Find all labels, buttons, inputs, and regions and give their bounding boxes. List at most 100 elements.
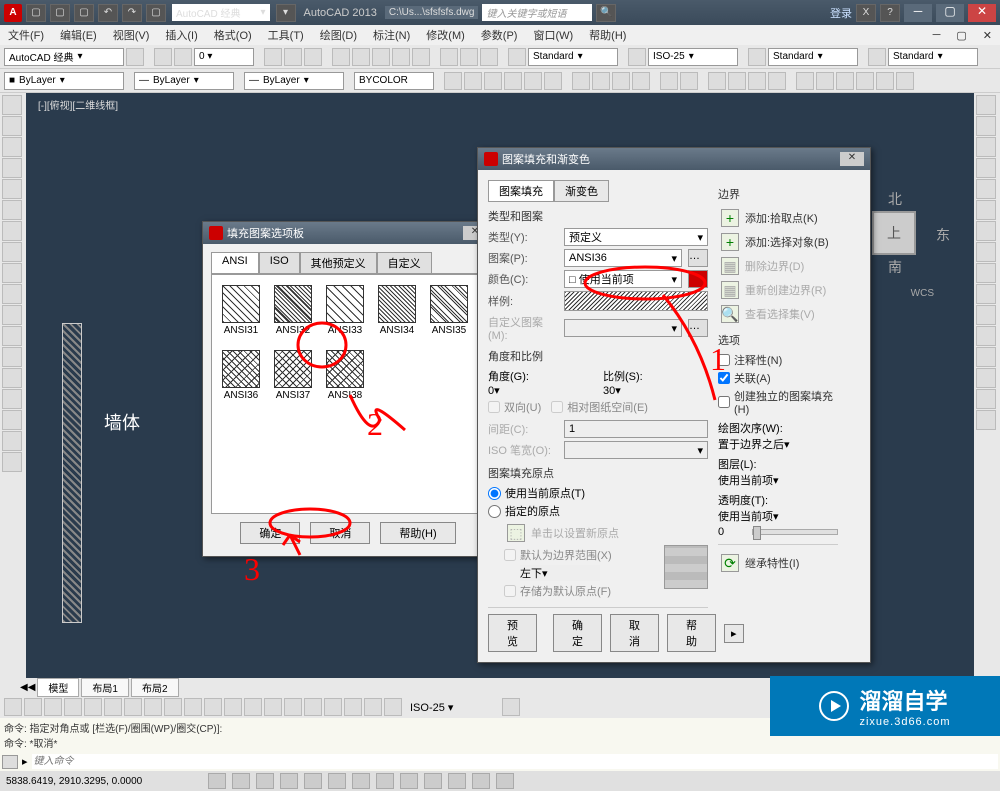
draw-mtext-icon[interactable] — [2, 452, 22, 472]
hatch-help-button[interactable]: 帮助 — [667, 614, 716, 652]
tab-gradient[interactable]: 渐变色 — [554, 180, 609, 202]
slider-transparency[interactable] — [752, 529, 838, 535]
text-style-sel[interactable]: Standard▾ — [528, 48, 618, 66]
sel-type[interactable]: 预定义▾ — [564, 228, 708, 246]
menu-file[interactable]: 文件(F) — [8, 27, 44, 43]
table-style-sel[interactable]: Standard▾ — [768, 48, 858, 66]
swatch-ansi37[interactable] — [274, 350, 312, 388]
draw-revcloud-icon[interactable] — [2, 221, 22, 241]
draw-insert-icon[interactable] — [2, 305, 22, 325]
dim-aligned-icon[interactable] — [24, 698, 42, 716]
hatch-preview-button[interactable]: 预览 — [488, 614, 537, 652]
mod-trim-icon[interactable] — [976, 284, 996, 304]
sel-scale[interactable]: 30▾ — [603, 384, 708, 397]
mod-copy-icon[interactable] — [976, 116, 996, 136]
sb-lwt-icon[interactable] — [424, 773, 442, 789]
swatch-ansi38[interactable] — [326, 350, 364, 388]
dim-tol-icon[interactable] — [264, 698, 282, 716]
workspace-selector[interactable]: AutoCAD 经典▾ — [172, 4, 270, 21]
qat-more-icon[interactable]: ▾ — [276, 4, 296, 22]
qat-undo-icon[interactable]: ↶ — [98, 4, 118, 22]
draw-table-icon[interactable] — [2, 431, 22, 451]
tb-text-icon[interactable] — [508, 48, 526, 66]
command-input[interactable] — [32, 754, 998, 769]
draw-block-icon[interactable] — [2, 326, 22, 346]
dim-dia-icon[interactable] — [124, 698, 142, 716]
doc-close-icon[interactable]: ✕ — [983, 29, 992, 42]
std-pan-icon[interactable] — [708, 72, 726, 90]
menu-draw[interactable]: 绘图(D) — [320, 27, 357, 43]
draw-ellipse-icon[interactable] — [2, 263, 22, 283]
dim-jogline-icon[interactable] — [324, 698, 342, 716]
hatch-ok-button[interactable]: 确定 — [553, 614, 602, 652]
tb-c1-icon[interactable] — [440, 48, 458, 66]
sb-sc-icon[interactable] — [496, 773, 514, 789]
mod-scale-icon[interactable] — [976, 242, 996, 262]
mod-join-icon[interactable] — [976, 347, 996, 367]
menu-help[interactable]: 帮助(H) — [589, 27, 626, 43]
tb-b4-icon[interactable] — [392, 48, 410, 66]
wall-object[interactable] — [62, 323, 82, 623]
tb-c3-icon[interactable] — [480, 48, 498, 66]
menu-window[interactable]: 窗口(W) — [533, 27, 573, 43]
sb-dyn-icon[interactable] — [400, 773, 418, 789]
mod-mirror-icon[interactable] — [976, 137, 996, 157]
mod-move-icon[interactable] — [976, 200, 996, 220]
chk-separate[interactable]: 创建独立的图案填充(H) — [718, 388, 838, 416]
draw-circle-icon[interactable] — [2, 200, 22, 220]
swatch-ansi34[interactable] — [378, 285, 416, 323]
dim-arc-icon[interactable] — [44, 698, 62, 716]
tb-bulb-icon[interactable] — [154, 48, 172, 66]
doc-min-icon[interactable]: ─ — [933, 29, 941, 41]
draw-hatch-icon[interactable] — [2, 368, 22, 388]
cube-top[interactable]: 上 — [872, 211, 916, 255]
linetype-sel[interactable]: — ByLayer ▾ — [134, 72, 234, 90]
sel-pattern[interactable]: ANSI36▾ — [564, 249, 682, 267]
tb-gear-icon[interactable] — [126, 48, 144, 66]
dim-center-icon[interactable] — [284, 698, 302, 716]
qat-open-icon[interactable]: ▢ — [50, 4, 70, 22]
sb-tpy-icon[interactable] — [448, 773, 466, 789]
dim-style-sel[interactable]: ISO-25▾ — [648, 48, 738, 66]
std-zoom-icon[interactable] — [728, 72, 746, 90]
draw-ellarc-icon[interactable] — [2, 284, 22, 304]
std-dc-icon[interactable] — [816, 72, 834, 90]
lineweight-sel[interactable]: — ByLayer ▾ — [244, 72, 344, 90]
menu-view[interactable]: 视图(V) — [113, 27, 150, 43]
std-save-icon[interactable] — [484, 72, 502, 90]
std-zoomw-icon[interactable] — [748, 72, 766, 90]
hatch-title-bar[interactable]: 图案填充和渐变色 ✕ — [478, 148, 870, 170]
mod-offset-icon[interactable] — [976, 158, 996, 178]
dim-linear-icon[interactable] — [4, 698, 22, 716]
mod-erase-icon[interactable] — [976, 95, 996, 115]
chk-associative[interactable]: 关联(A) — [718, 370, 838, 386]
draw-rect-icon[interactable] — [2, 158, 22, 178]
draw-region-icon[interactable] — [2, 410, 22, 430]
maximize-button[interactable]: ▢ — [936, 4, 964, 22]
tab-iso[interactable]: ISO — [259, 252, 300, 273]
swatch-ansi35[interactable] — [430, 285, 468, 323]
layer-zero[interactable]: 0 ▾ — [194, 48, 254, 66]
std-props-icon[interactable] — [796, 72, 814, 90]
tab-other[interactable]: 其他预定义 — [300, 252, 377, 273]
palette-title-bar[interactable]: 填充图案选项板 ✕ — [203, 222, 493, 244]
dim-rad-icon[interactable] — [84, 698, 102, 716]
tb-table-icon[interactable] — [748, 48, 766, 66]
sel-layer[interactable]: 使用当前项▾ — [718, 472, 838, 488]
tb-a1-icon[interactable] — [264, 48, 282, 66]
palette-help-button[interactable]: 帮助(H) — [380, 522, 455, 544]
tab-hatch[interactable]: 图案填充 — [488, 180, 554, 202]
draw-gradient-icon[interactable] — [2, 389, 22, 409]
dim-update-icon[interactable] — [384, 698, 402, 716]
hatch-cancel-button[interactable]: 取消 — [610, 614, 659, 652]
tb-a3-icon[interactable] — [304, 48, 322, 66]
mod-extend-icon[interactable] — [976, 305, 996, 325]
std-zoomp-icon[interactable] — [768, 72, 786, 90]
doc-max-icon[interactable]: ▢ — [956, 29, 966, 42]
search-input[interactable]: 键入关键字或短语 — [482, 4, 592, 21]
radio-origin-spec[interactable]: 指定的原点 — [488, 503, 708, 519]
dim-break-icon[interactable] — [244, 698, 262, 716]
std-copy-icon[interactable] — [592, 72, 610, 90]
qat-redo-icon[interactable]: ↷ — [122, 4, 142, 22]
std-match-icon[interactable] — [632, 72, 650, 90]
